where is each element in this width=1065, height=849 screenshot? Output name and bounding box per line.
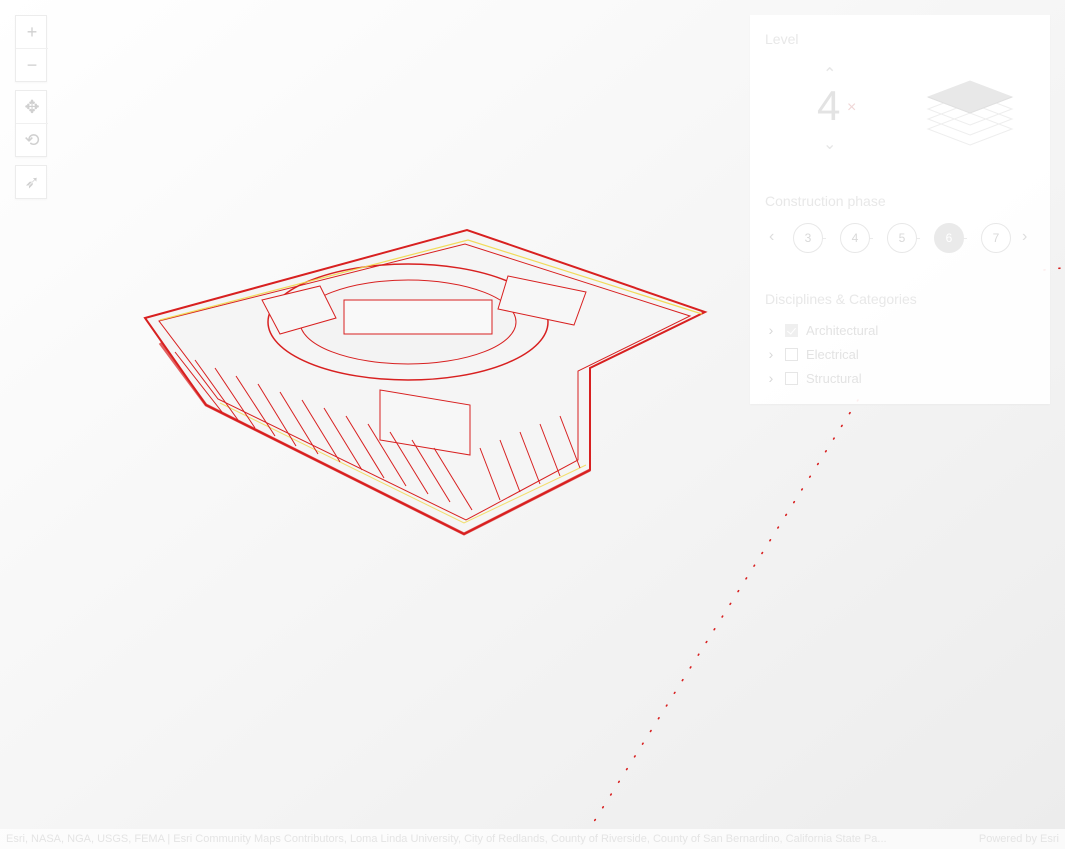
map-toolbar: + − ✥ ⟲ ➶: [15, 15, 48, 199]
right-panel: Level ⌃ 4 × ⌄ Construction phase ‹ 3 4 5…: [750, 15, 1050, 404]
attribution-text[interactable]: Esri, NASA, NGA, USGS, FEMA | Esri Commu…: [6, 833, 887, 845]
level-value: 4: [817, 82, 841, 129]
layers-stack-icon: [926, 80, 1014, 146]
attribution-bar: Esri, NASA, NGA, USGS, FEMA | Esri Commu…: [0, 829, 1065, 849]
map-viewport[interactable]: + − ✥ ⟲ ➶ Level ⌃ 4 × ⌄ Construction pha…: [0, 0, 1065, 849]
level-down-button[interactable]: ⌄: [823, 137, 836, 153]
level-up-button[interactable]: ⌃: [823, 67, 836, 83]
discipline-label: Structural: [806, 370, 862, 386]
phase-step-5[interactable]: 5: [887, 223, 917, 253]
phase-prev-button[interactable]: ‹: [769, 229, 774, 245]
phase-step-7[interactable]: 7: [981, 223, 1011, 253]
compass-icon: ➶: [24, 172, 40, 192]
minus-icon: −: [26, 55, 38, 75]
zoom-out-button[interactable]: −: [16, 48, 48, 81]
navigation-controls: ✥ ⟲: [15, 90, 48, 157]
construction-phase-title: Construction phase: [765, 193, 886, 209]
discipline-label: Electrical: [806, 346, 859, 362]
discipline-electrical[interactable]: › Electrical: [765, 342, 1025, 366]
phase-step-6[interactable]: 6: [934, 223, 964, 253]
pan-icon: ✥: [24, 97, 40, 117]
discipline-label: Architectural: [806, 322, 879, 338]
discipline-structural[interactable]: › Structural: [765, 366, 1025, 390]
architectural-checkbox[interactable]: [785, 323, 798, 337]
chevron-right-icon[interactable]: ›: [765, 346, 777, 362]
chevron-right-icon[interactable]: ›: [765, 370, 777, 386]
disciplines-title: Disciplines & Categories: [765, 291, 917, 307]
structural-checkbox[interactable]: [785, 371, 798, 385]
level-picker: ⌃ 4 × ⌄: [815, 67, 905, 153]
phase-step-4[interactable]: 4: [840, 223, 870, 253]
clear-level-button[interactable]: ×: [847, 99, 856, 117]
central-hall: [343, 299, 493, 335]
chevron-right-icon[interactable]: ›: [765, 322, 777, 338]
construction-phase-stepper: ‹ 3 4 5 6 7 ›: [765, 221, 1040, 257]
disciplines-list: › Architectural › Electrical › Structura…: [765, 318, 1025, 390]
powered-by-link[interactable]: Powered by Esri: [979, 833, 1059, 845]
phase-step-3[interactable]: 3: [793, 223, 823, 253]
compass-button[interactable]: ➶: [16, 166, 48, 198]
discipline-architectural[interactable]: › Architectural: [765, 318, 1025, 342]
electrical-checkbox[interactable]: [785, 347, 798, 361]
zoom-in-button[interactable]: +: [16, 16, 48, 48]
zoom-controls: + −: [15, 15, 48, 82]
rotate-icon: ⟲: [24, 130, 40, 150]
level-title: Level: [765, 31, 799, 47]
compass-control: ➶: [15, 165, 47, 199]
plus-icon: +: [26, 22, 38, 42]
pan-button[interactable]: ✥: [16, 91, 48, 123]
rotate-button[interactable]: ⟲: [16, 123, 48, 156]
phase-next-button[interactable]: ›: [1022, 229, 1027, 245]
